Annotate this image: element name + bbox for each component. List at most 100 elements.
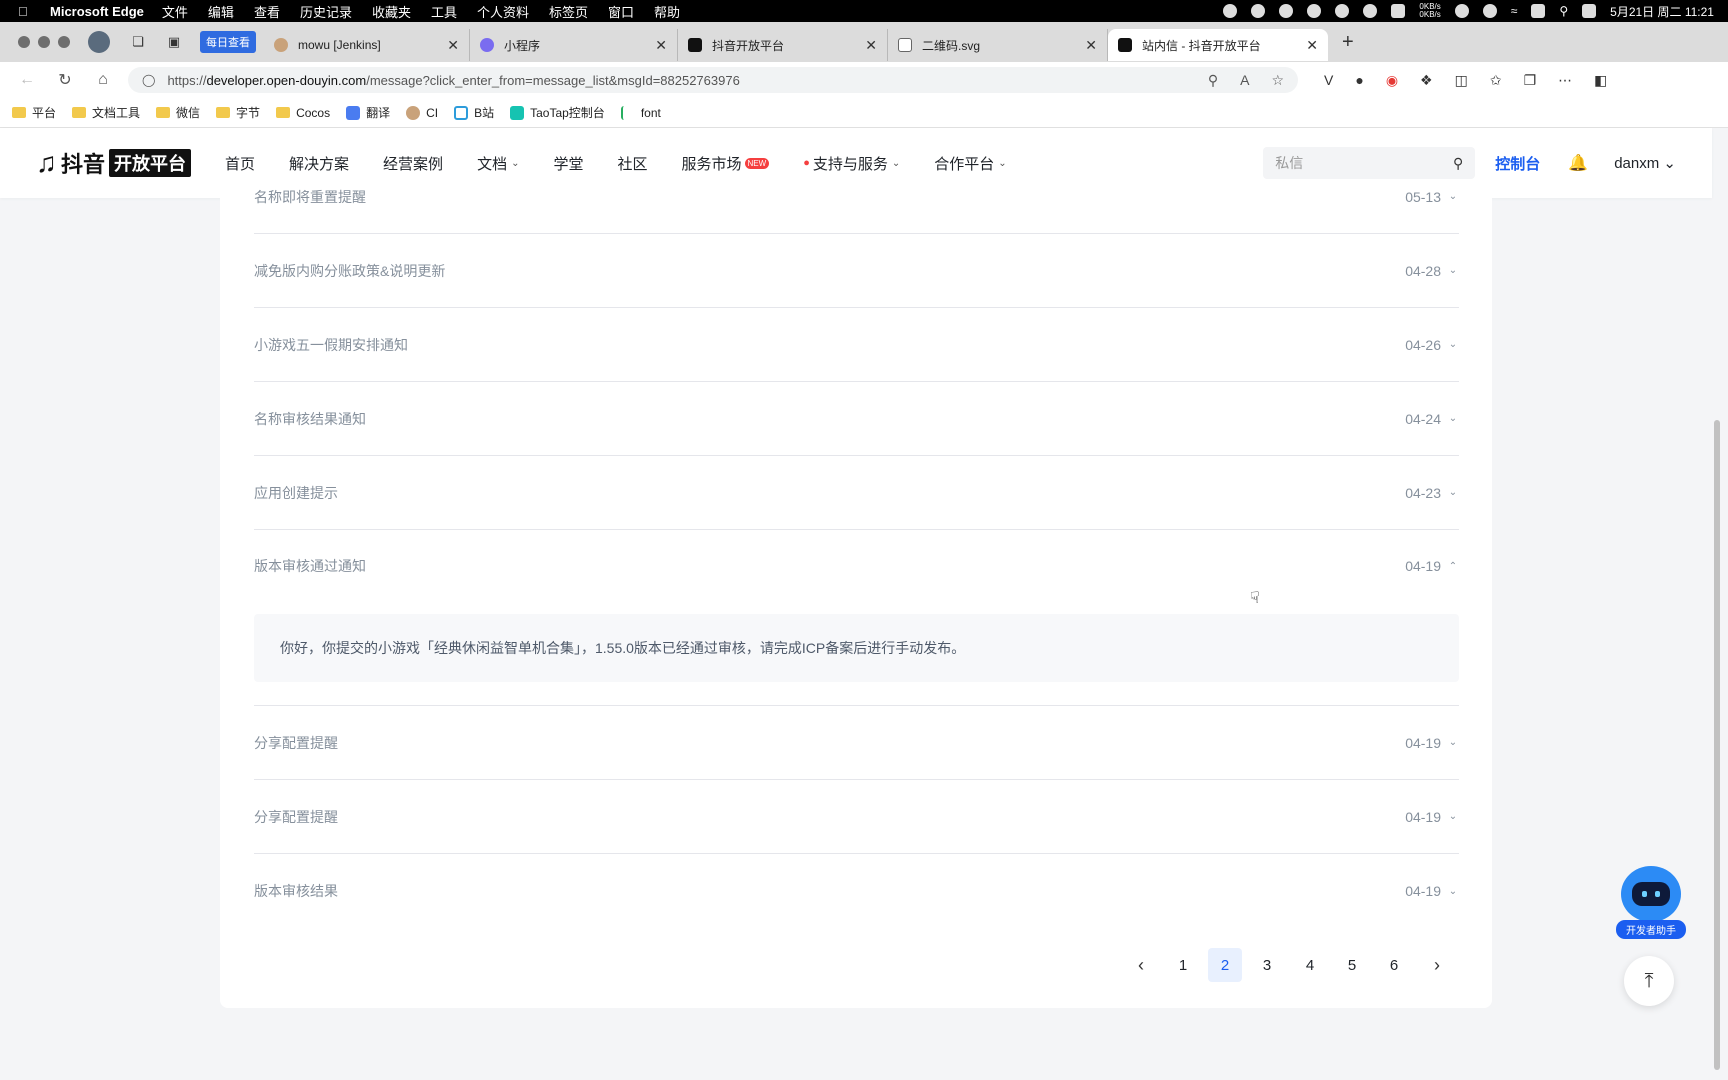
close-tab-icon[interactable]: ✕ xyxy=(865,37,877,54)
page-6[interactable]: 6 xyxy=(1377,948,1411,982)
chevron-down-icon[interactable]: ⌄ xyxy=(1447,413,1459,424)
user-menu[interactable]: danxm ⌄ xyxy=(1614,154,1676,172)
extension-v-icon[interactable]: V xyxy=(1324,72,1333,89)
lock-icon[interactable]: ◯ xyxy=(142,73,155,87)
reload-icon[interactable]: ↻ xyxy=(54,70,76,90)
chevron-down-icon[interactable]: ⌄ xyxy=(1447,811,1459,822)
chat-icon[interactable] xyxy=(1363,4,1378,18)
menu-file[interactable]: 文件 xyxy=(162,2,188,21)
close-tab-icon[interactable]: ✕ xyxy=(1306,37,1318,54)
app-name[interactable]: Microsoft Edge xyxy=(50,4,144,19)
page-1[interactable]: 1 xyxy=(1166,948,1200,982)
chevron-down-icon[interactable]: ⌄ xyxy=(1447,191,1459,202)
nav-home[interactable]: 首页 xyxy=(225,153,255,174)
tray-app-icon[interactable] xyxy=(1279,4,1294,18)
spotlight-search-icon[interactable]: ⚲ xyxy=(1559,4,1568,18)
minimize-window-button[interactable] xyxy=(38,36,50,48)
menu-history[interactable]: 历史记录 xyxy=(300,2,352,21)
menu-edit[interactable]: 编辑 xyxy=(208,2,234,21)
page-2-current[interactable]: 2 xyxy=(1208,948,1242,982)
douyin-open-platform-logo[interactable]: ♫ 抖音 开放平台 xyxy=(36,147,192,179)
page-5[interactable]: 5 xyxy=(1335,948,1369,982)
more-menu-icon[interactable]: ⋯ xyxy=(1558,72,1572,89)
tab-messages[interactable]: 站内信 - 抖音开放平台 ✕ xyxy=(1108,29,1328,61)
url-field[interactable]: ◯ https://developer.open-douyin.com/mess… xyxy=(128,67,1298,93)
message-row[interactable]: 小游戏五一假期安排通知 04-26 ⌄ xyxy=(254,308,1459,382)
tab-jenkins[interactable]: mowu [Jenkins] ✕ xyxy=(264,29,470,61)
chevron-down-icon[interactable]: ⌄ xyxy=(1447,737,1459,748)
menu-favorites[interactable]: 收藏夹 xyxy=(372,2,411,21)
zoom-icon[interactable]: ⚲ xyxy=(1208,72,1218,89)
tab-miniprogram[interactable]: 小程序 ✕ xyxy=(470,29,678,61)
next-page-icon[interactable]: › xyxy=(1420,948,1454,982)
workspaces-icon[interactable]: ❏ xyxy=(128,32,148,52)
message-row[interactable]: 名称审核结果通知 04-24 ⌄ xyxy=(254,382,1459,456)
battery-icon[interactable] xyxy=(1531,4,1546,18)
menu-profile[interactable]: 个人资料 xyxy=(477,2,529,21)
read-aloud-icon[interactable]: A xyxy=(1240,72,1249,89)
close-tab-icon[interactable]: ✕ xyxy=(1085,37,1097,54)
control-center-icon[interactable] xyxy=(1582,4,1597,18)
console-link[interactable]: 控制台 xyxy=(1495,153,1540,174)
tray-app-icon[interactable] xyxy=(1251,4,1266,18)
bookmark-link[interactable]: font xyxy=(620,105,661,120)
qq-icon[interactable] xyxy=(1307,4,1322,18)
bookmark-folder[interactable]: 微信 xyxy=(156,104,200,121)
extension-shield-icon[interactable]: ◉ xyxy=(1386,72,1398,89)
daily-view-button[interactable]: 每日查看 xyxy=(200,31,256,53)
tab-qrcode-svg[interactable]: 二维码.svg ✕ xyxy=(888,29,1108,61)
new-tab-button[interactable]: + xyxy=(1342,31,1354,54)
bookmark-link[interactable]: 翻译 xyxy=(346,104,390,121)
message-row-expanded[interactable]: 版本审核通过通知 04-19 ⌃ xyxy=(254,530,1459,602)
profile-avatar[interactable] xyxy=(88,31,110,53)
menu-view[interactable]: 查看 xyxy=(254,2,280,21)
collections-icon[interactable]: ❐ xyxy=(1524,72,1537,89)
qq-icon[interactable] xyxy=(1335,4,1350,18)
chevron-down-icon[interactable]: ⌄ xyxy=(1447,886,1459,897)
menu-help[interactable]: 帮助 xyxy=(654,2,680,21)
menu-tabs[interactable]: 标签页 xyxy=(549,2,588,21)
developer-assistant-button[interactable]: 开发者助手 xyxy=(1616,866,1686,942)
wechat-icon[interactable] xyxy=(1454,4,1469,18)
chevron-up-icon[interactable]: ⌃ xyxy=(1447,561,1459,572)
favorites-icon[interactable]: ✩ xyxy=(1490,72,1502,89)
zoom-window-button[interactable] xyxy=(58,36,70,48)
bookmark-folder[interactable]: Cocos xyxy=(276,106,330,120)
bookmark-folder[interactable]: 字节 xyxy=(216,104,260,121)
message-row[interactable]: 减免版内购分账政策&说明更新 04-28 ⌄ xyxy=(254,234,1459,308)
bell-icon[interactable]: 🔔 xyxy=(1568,153,1588,173)
home-icon[interactable]: ⌂ xyxy=(92,71,114,89)
clock[interactable]: 5月21日 周二 11:21 xyxy=(1610,3,1714,20)
chevron-down-icon[interactable]: ⌄ xyxy=(1447,265,1459,276)
extensions-puzzle-icon[interactable]: ❖ xyxy=(1420,72,1433,89)
close-tab-icon[interactable]: ✕ xyxy=(447,37,459,54)
media-icon[interactable] xyxy=(1482,4,1497,18)
message-row[interactable]: 版本审核结果 04-19 ⌄ xyxy=(254,854,1459,928)
message-row[interactable]: 分享配置提醒 04-19 ⌄ xyxy=(254,780,1459,854)
bookmark-link[interactable]: CI xyxy=(406,105,438,120)
prev-page-icon[interactable]: ‹ xyxy=(1124,948,1158,982)
extension-icon[interactable]: ● xyxy=(1355,72,1363,89)
page-4[interactable]: 4 xyxy=(1293,948,1327,982)
page-3[interactable]: 3 xyxy=(1250,948,1284,982)
favorite-star-icon[interactable]: ☆ xyxy=(1271,72,1284,89)
back-arrow-icon[interactable]: ← xyxy=(16,71,38,89)
cat-icon[interactable] xyxy=(1391,4,1406,18)
menu-tools[interactable]: 工具 xyxy=(431,2,457,21)
apple-icon[interactable]:  xyxy=(18,4,34,19)
message-row[interactable]: 分享配置提醒 04-19 ⌄ xyxy=(254,706,1459,780)
bookmark-link[interactable]: B站 xyxy=(454,104,494,121)
page-scrollbar[interactable] xyxy=(1714,420,1720,1070)
menu-window[interactable]: 窗口 xyxy=(608,2,634,21)
tab-actions-icon[interactable]: ▣ xyxy=(164,32,184,52)
split-screen-icon[interactable]: ◫ xyxy=(1455,72,1468,89)
sidebar-toggle-icon[interactable]: ◧ xyxy=(1594,72,1607,89)
record-icon[interactable] xyxy=(1223,4,1238,18)
close-tab-icon[interactable]: ✕ xyxy=(655,37,667,54)
bookmark-folder[interactable]: 平台 xyxy=(12,104,56,121)
message-row[interactable]: 名称即将重置提醒 05-13 ⌄ xyxy=(254,160,1459,234)
bookmark-folder[interactable]: 文档工具 xyxy=(72,104,140,121)
chevron-down-icon[interactable]: ⌄ xyxy=(1447,487,1459,498)
wifi-icon[interactable]: ≈ xyxy=(1511,4,1518,18)
tab-douyin-open[interactable]: 抖音开放平台 ✕ xyxy=(678,29,888,61)
